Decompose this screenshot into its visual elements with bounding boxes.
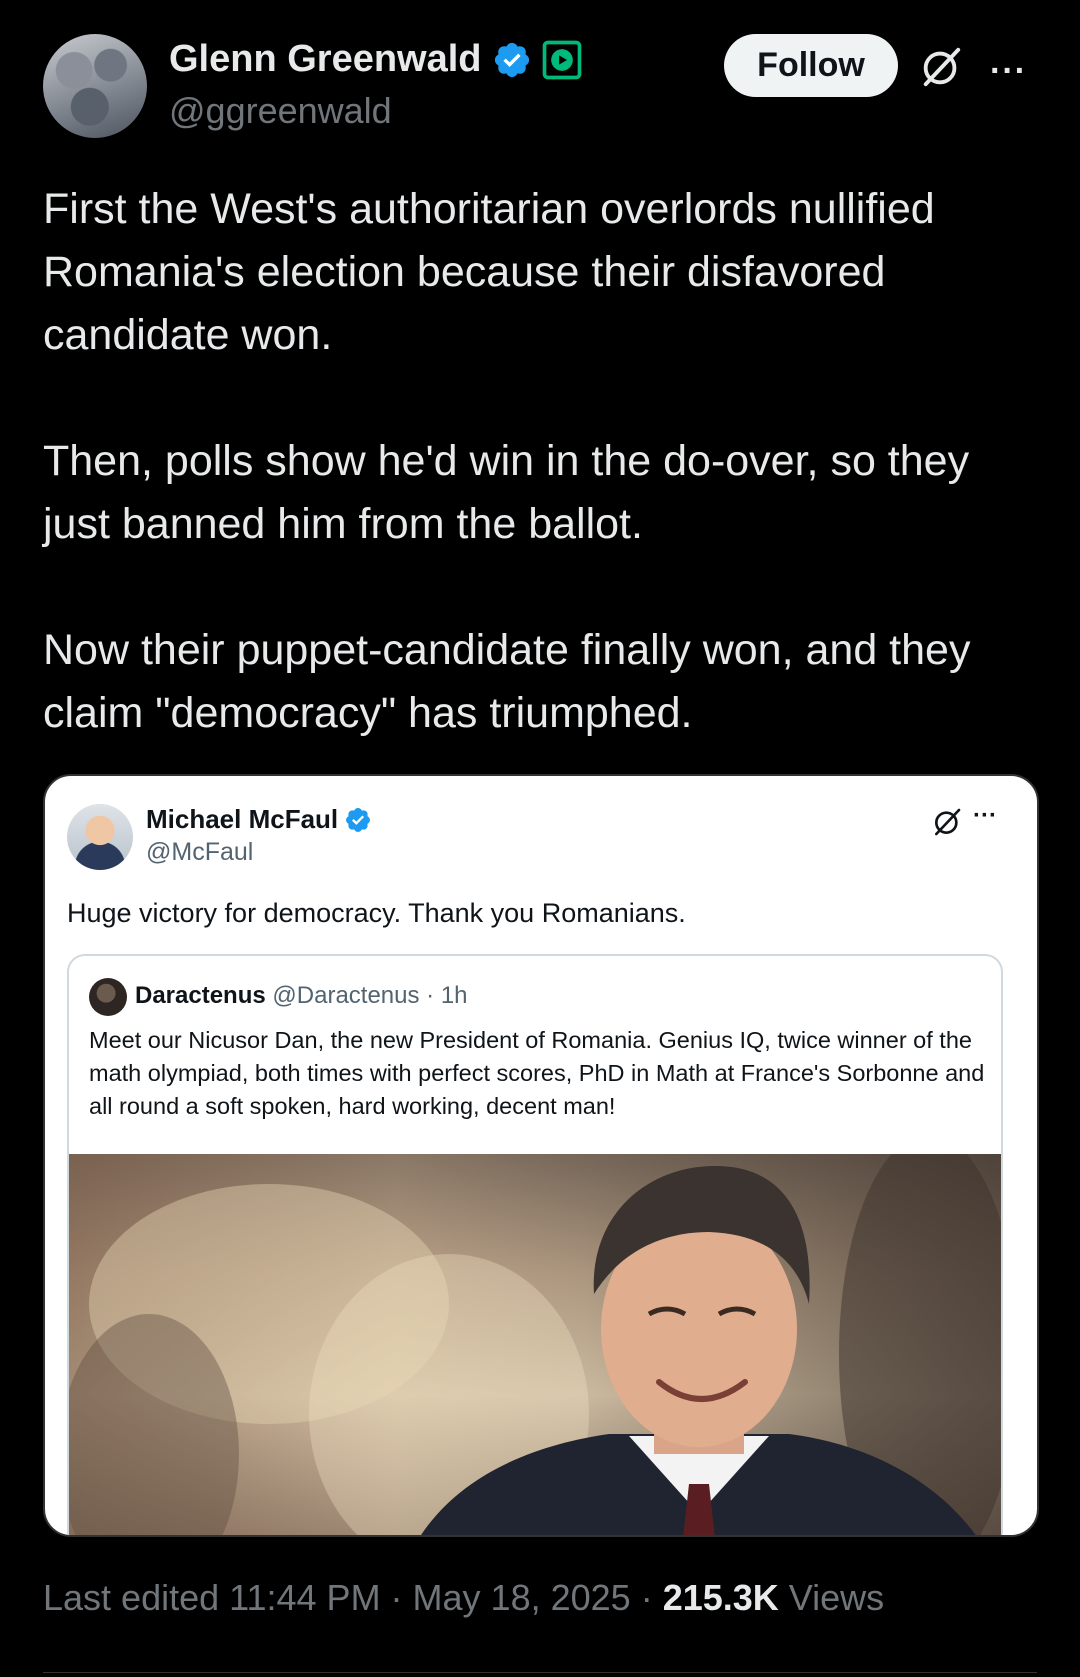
inner-header: Daractenus @Daractenus · 1h — [135, 982, 468, 1010]
quoted-display-name: Michael McFaul — [146, 804, 339, 834]
tweet-paragraph: First the West's authoritarian overlords… — [43, 185, 935, 359]
author-avatar[interactable] — [43, 34, 147, 138]
inner-quoted-tweet: Daractenus @Daractenus · 1h Meet our Nic… — [67, 954, 1003, 1535]
tweet-paragraph: Then, polls show he'd win in the do-over… — [43, 437, 970, 548]
play-badge-icon — [542, 40, 581, 79]
quoted-avatar — [67, 804, 133, 870]
portrait-photo — [69, 1154, 1001, 1535]
quoted-text: Huge victory for democracy. Thank you Ro… — [67, 898, 686, 928]
inner-text: Meet our Nicusor Dan, the new President … — [89, 1027, 985, 1119]
verified-badge-icon — [346, 807, 371, 832]
tweet-text: First the West's authoritarian overlords… — [43, 178, 1043, 745]
grok-icon — [935, 808, 961, 836]
inner-avatar — [89, 978, 127, 1016]
embedded-image-card[interactable]: Michael McFaul @McFaul ··· Huge victory … — [43, 774, 1039, 1537]
verified-badge-icon — [494, 42, 529, 77]
tweet-paragraph: Now their puppet-candidate finally won, … — [43, 626, 971, 737]
author-handle[interactable]: @ggreenwald — [169, 90, 392, 132]
follow-button[interactable]: Follow — [724, 34, 898, 97]
quoted-name-row: Michael McFaul — [146, 804, 372, 835]
inner-handle: @Daractenus — [272, 982, 420, 1009]
tweet-meta: Last edited 11:44 PM · May 18, 2025 · 21… — [43, 1577, 884, 1619]
more-icon: ··· — [973, 802, 997, 829]
views-label: Views — [778, 1577, 885, 1618]
author-display-name[interactable]: Glenn Greenwald — [169, 38, 482, 81]
grok-icon[interactable] — [918, 44, 964, 90]
author-name-row: Glenn Greenwald — [169, 38, 582, 81]
more-icon[interactable]: ··· — [990, 52, 1027, 91]
divider — [43, 1672, 1037, 1673]
inner-time: · 1h — [426, 982, 468, 1009]
edited-timestamp[interactable]: Last edited 11:44 PM · May 18, 2025 · — [43, 1577, 663, 1618]
inner-display-name: Daractenus — [135, 982, 266, 1009]
views-count: 215.3K — [662, 1577, 779, 1618]
quoted-handle: @McFaul — [146, 838, 254, 866]
